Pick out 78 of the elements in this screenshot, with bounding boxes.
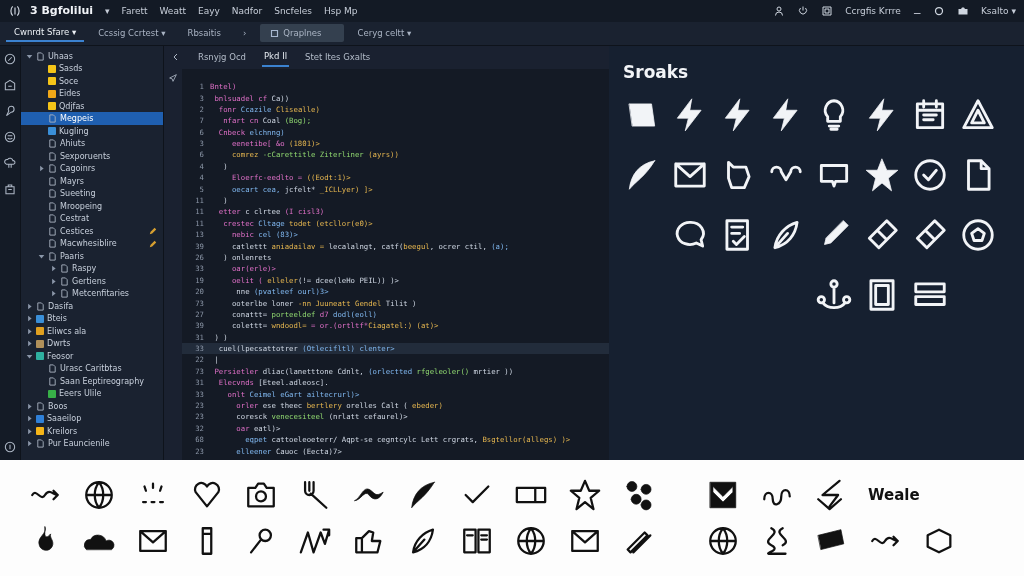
activity-icon[interactable]	[3, 51, 17, 66]
app-menu-caret[interactable]: ▾	[105, 6, 110, 16]
tree-item[interactable]: Cestrat	[21, 212, 163, 225]
camera-icon[interactable]	[956, 5, 969, 17]
activity-icon[interactable]	[3, 103, 17, 118]
menu-item[interactable]: Eayy	[198, 6, 220, 16]
tree-item[interactable]: Eides	[21, 87, 163, 100]
activity-icon[interactable]	[3, 77, 17, 92]
tree-item[interactable]: Qdjfas	[21, 99, 163, 113]
file-icon	[36, 401, 45, 411]
tree-item[interactable]: Feosor	[21, 349, 163, 363]
power-icon[interactable]	[797, 5, 810, 17]
tree-item[interactable]: Saan Eeptireography	[21, 374, 163, 388]
editor-tab[interactable]: Rsnyjg Ocd	[196, 48, 248, 67]
toolbar-tab[interactable]: Cwnrdt Sfare ▾	[6, 24, 85, 43]
activity-icon[interactable]	[3, 155, 17, 170]
separator-glyph: ⚊	[912, 6, 921, 16]
wordmark: Weale	[868, 486, 920, 505]
activity-icon[interactable]	[3, 129, 17, 144]
tree-item[interactable]: Cestices	[21, 224, 163, 238]
tree-item[interactable]: Boos	[21, 399, 163, 413]
tree-item[interactable]: Mayrs	[21, 174, 163, 188]
app-logo-icon	[8, 4, 22, 18]
tree-item[interactable]: Eeers Ulile	[21, 387, 163, 400]
tree-item[interactable]: Saaeilop	[21, 412, 163, 425]
tree-item[interactable]: Gertiens	[21, 274, 163, 288]
expanded-caret-icon[interactable]	[25, 352, 33, 360]
tree-item[interactable]: Pur Eauncienile	[21, 437, 163, 450]
panel-title: Sroaks	[623, 61, 690, 82]
tree-item[interactable]: Bteis	[21, 312, 163, 325]
tree-item[interactable]: Dasifa	[21, 299, 163, 313]
tree-item[interactable]: Metcenfitaries	[21, 287, 163, 300]
tree-item[interactable]: Kreilors	[21, 424, 163, 438]
toolbar-tab[interactable]: Rbsaitis	[179, 25, 229, 42]
tree-item[interactable]: Uhaas	[21, 49, 163, 63]
file-icon	[48, 114, 57, 124]
tree-item[interactable]: Urasc Caritbtas	[21, 362, 163, 375]
window-icon[interactable]	[821, 5, 834, 17]
tree-item[interactable]: Macwhesiblire	[21, 237, 163, 250]
tree-item[interactable]: Soce	[21, 74, 163, 88]
toolbar-tab[interactable]: ›	[234, 25, 255, 42]
toolbar-tab[interactable]: Ceryg celtt ▾	[349, 25, 420, 42]
tree-item[interactable]: Sasds	[21, 62, 163, 75]
tree-item[interactable]: Ahiuts	[21, 137, 163, 150]
tree-item[interactable]: Mroopeing	[21, 199, 163, 213]
star-outline-icon	[568, 478, 602, 513]
menu-item[interactable]: Farett	[121, 6, 148, 16]
editor-tab[interactable]: Stet Ites Gxalts	[303, 48, 373, 67]
tree-item[interactable]: Paaris	[21, 249, 163, 263]
activity-icon[interactable]	[3, 181, 17, 196]
file-icon	[36, 439, 45, 449]
expanded-caret-icon[interactable]	[25, 52, 33, 60]
tree-item[interactable]: Megpeis	[21, 112, 163, 125]
tree-item[interactable]: Sueeting	[21, 187, 163, 200]
app-name: 3 Bgfolilui	[30, 4, 93, 18]
tree-item[interactable]: Cagoinrs	[21, 162, 163, 175]
tree-item[interactable]: Raspy	[21, 262, 163, 275]
tree-item[interactable]: Kugling	[21, 124, 163, 138]
tree-item[interactable]: Dwrts	[21, 337, 163, 350]
profile-menu[interactable]: Ksalto ▾	[980, 6, 1016, 16]
send-icon[interactable]	[168, 72, 178, 83]
account-name[interactable]: Ccrgfis Krrre	[845, 6, 901, 16]
menu-item[interactable]: Hsp Mp	[324, 6, 358, 16]
file-icon	[36, 301, 45, 311]
menu-item[interactable]: Sncfeles	[274, 6, 312, 16]
menu-item[interactable]: Weatt	[159, 6, 186, 16]
file-icon	[36, 51, 45, 61]
collapsed-caret-icon[interactable]	[37, 165, 45, 173]
tree-item[interactable]: Sexporuents	[21, 149, 163, 163]
tree-item[interactable]: Eliwcs ala	[21, 324, 163, 338]
expanded-caret-icon[interactable]	[37, 252, 45, 260]
user-icon[interactable]	[773, 5, 786, 17]
menu-item[interactable]: Nadfor	[231, 6, 263, 16]
editor-tab[interactable]: Pkd Il	[262, 47, 289, 68]
toolbar-tab[interactable]: Ccssig Ccrtest ▾	[90, 25, 174, 42]
square-icon	[270, 28, 280, 38]
toolbar-tab[interactable]: Qraplnes	[260, 24, 344, 43]
info-icon[interactable]	[3, 440, 17, 455]
